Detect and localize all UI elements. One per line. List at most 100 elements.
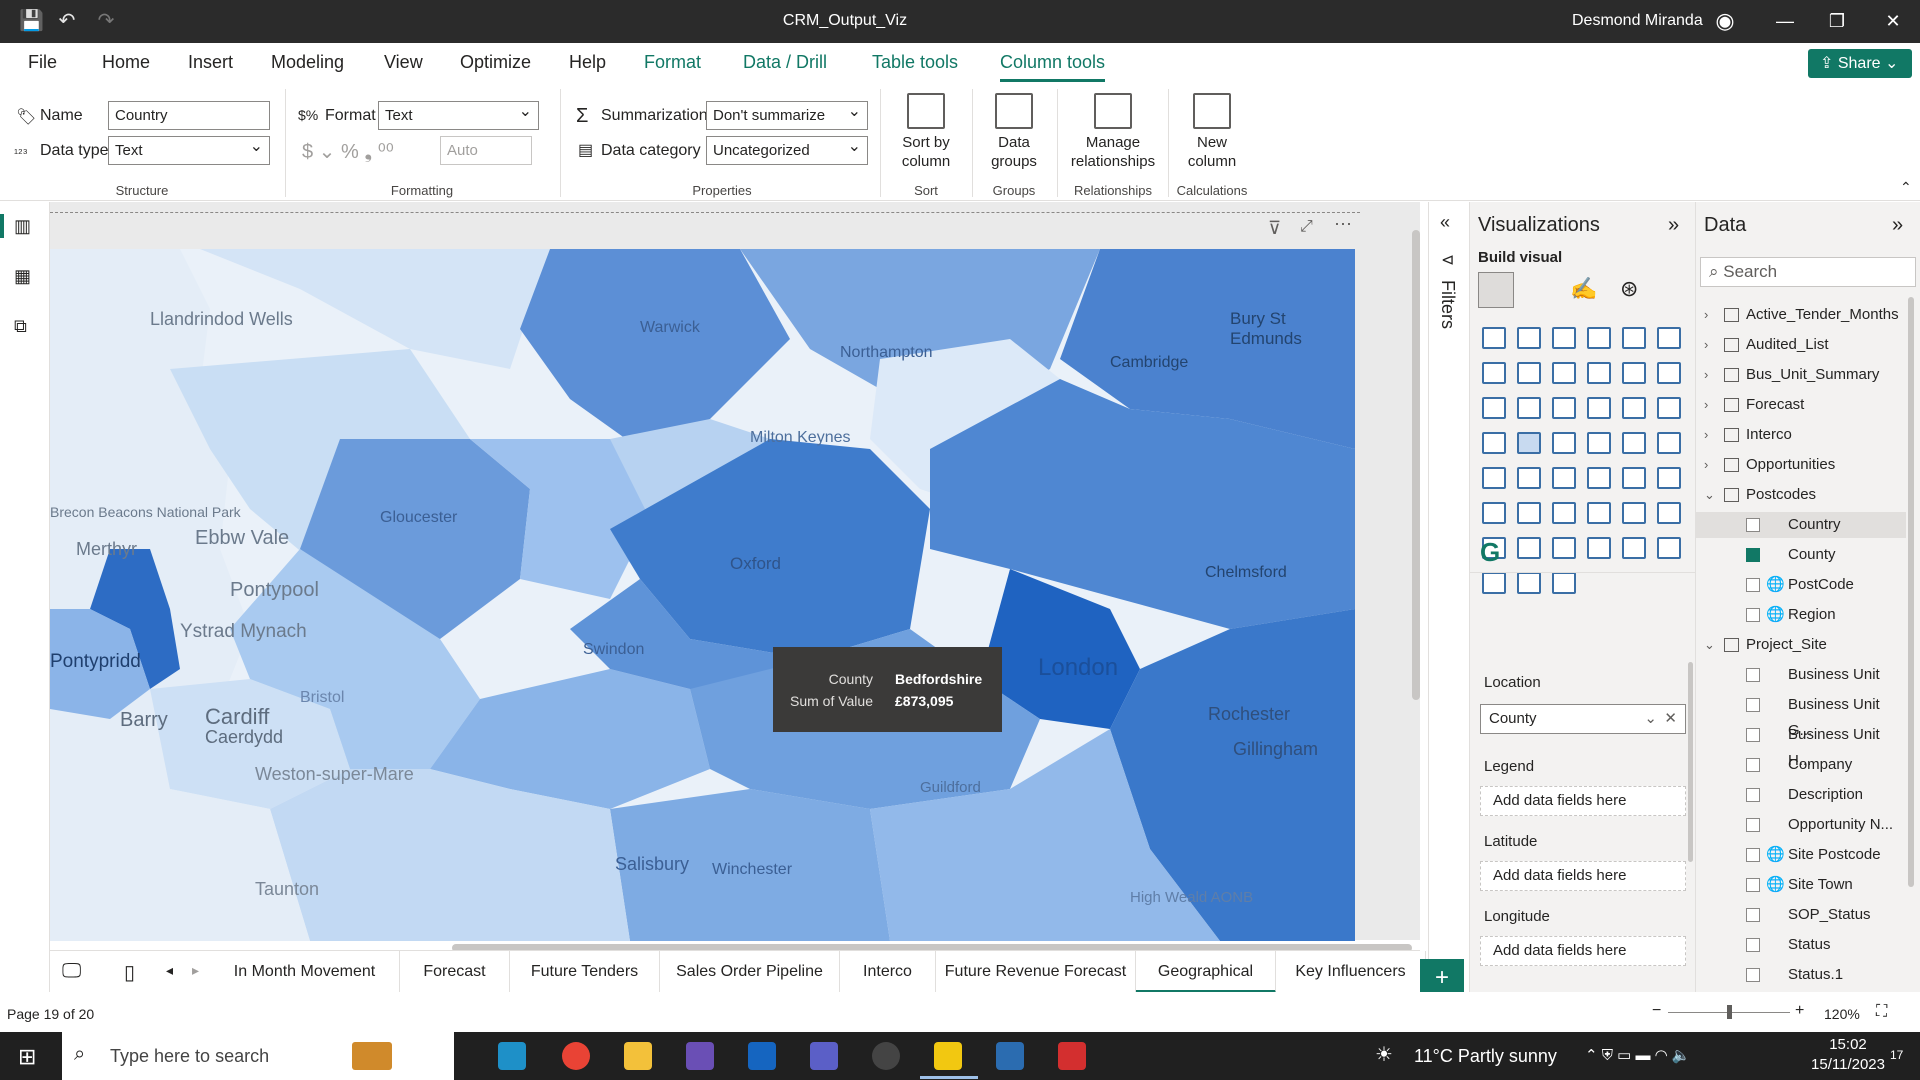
location-well[interactable]: County ⌄ ✕ (1480, 704, 1686, 734)
visual-type-icon[interactable] (1552, 467, 1576, 489)
longitude-well[interactable]: Add data fields here (1480, 936, 1686, 966)
weather-text[interactable]: 11°C Partly sunny (1414, 1046, 1557, 1067)
collapse-left-icon[interactable]: « (1440, 212, 1450, 233)
chevron-right-icon[interactable]: › (1704, 332, 1708, 358)
menu-view[interactable]: View (384, 52, 423, 73)
close-icon[interactable]: ✕ (1878, 8, 1908, 34)
prev-page-icon[interactable]: ◂ (166, 962, 173, 979)
chevron-right-icon[interactable]: › (1704, 362, 1708, 388)
table-item[interactable]: › Bus_Unit_Summary (1696, 362, 1906, 388)
visual-type-icon[interactable] (1657, 432, 1681, 454)
acrobat-icon[interactable] (1058, 1042, 1086, 1070)
menu-column-tools[interactable]: Column tools (1000, 52, 1106, 82)
visual-type-icon[interactable] (1587, 467, 1611, 489)
field-item[interactable]: Description (1696, 782, 1906, 808)
teams-icon[interactable] (810, 1042, 838, 1070)
field-checkbox[interactable] (1746, 848, 1760, 862)
chrome-icon[interactable] (562, 1042, 590, 1070)
model-view-icon[interactable]: ⧉ (14, 316, 27, 337)
visual-type-icon[interactable] (1622, 362, 1646, 384)
field-item[interactable]: 🌐 PostCode (1696, 572, 1906, 598)
visual-type-icon[interactable] (1482, 327, 1506, 349)
save-icon[interactable]: 💾 (19, 10, 44, 32)
table-item[interactable]: ⌄ Project_Site (1696, 632, 1906, 658)
field-checkbox[interactable] (1746, 518, 1760, 532)
visual-type-icon[interactable] (1552, 397, 1576, 419)
visual-type-icon[interactable] (1587, 537, 1611, 559)
focus-mode-icon[interactable]: ⤢ (1300, 218, 1313, 236)
menu-format[interactable]: Format (644, 52, 701, 73)
field-item[interactable]: Opportunity N... (1696, 812, 1906, 838)
field-checkbox[interactable] (1746, 818, 1760, 832)
notification-count[interactable]: 17 (1890, 1048, 1903, 1062)
visual-type-icon[interactable] (1482, 397, 1506, 419)
visual-type-icon[interactable] (1517, 327, 1541, 349)
visual-type-icon[interactable] (1657, 362, 1681, 384)
visual-type-icon[interactable] (1552, 572, 1576, 594)
windows-start-icon[interactable]: ⊞ (18, 1044, 36, 1070)
visual-type-icon[interactable] (1657, 327, 1681, 349)
analytics-icon[interactable]: ⊛ (1620, 276, 1638, 302)
page-tab[interactable]: Geographical (1136, 951, 1276, 993)
visual-type-icon[interactable] (1482, 502, 1506, 524)
field-checkbox[interactable] (1746, 668, 1760, 682)
visual-type-icon[interactable] (1657, 397, 1681, 419)
field-checkbox[interactable] (1746, 908, 1760, 922)
field-item[interactable]: Company (1696, 752, 1906, 778)
datacategory-select[interactable]: Uncategorized (706, 133, 868, 165)
chevron-down-icon[interactable]: ⌄ (1704, 632, 1715, 658)
field-item[interactable]: County (1696, 542, 1906, 568)
field-checkbox[interactable] (1746, 728, 1760, 742)
mobile-layout-icon[interactable]: ▯ (124, 960, 135, 985)
format-select[interactable]: Text (378, 98, 539, 130)
data-groups-button[interactable]: Data groups (976, 93, 1052, 171)
table-item[interactable]: › Opportunities (1696, 452, 1906, 478)
menu-optimize[interactable]: Optimize (460, 52, 531, 73)
field-item[interactable]: Business Unit G... (1696, 692, 1906, 739)
field-checkbox[interactable] (1746, 578, 1760, 592)
sort-by-column-button[interactable]: Sort by column (884, 93, 968, 171)
file-explorer-icon[interactable] (624, 1042, 652, 1070)
field-item[interactable]: Status (1696, 932, 1906, 958)
field-checkbox[interactable] (1746, 878, 1760, 892)
visual-type-icon[interactable] (1517, 467, 1541, 489)
visual-type-icon[interactable] (1657, 537, 1681, 559)
visual-type-icon[interactable] (1517, 432, 1541, 454)
chevron-right-icon[interactable]: › (1704, 302, 1708, 328)
field-checkbox[interactable] (1746, 548, 1760, 562)
visual-type-icon[interactable] (1587, 362, 1611, 384)
visual-type-icon[interactable] (1622, 537, 1646, 559)
visual-type-icon[interactable] (1587, 327, 1611, 349)
field-checkbox[interactable] (1746, 968, 1760, 982)
visual-type-icon[interactable] (1622, 327, 1646, 349)
menu-table-tools[interactable]: Table tools (872, 52, 958, 73)
field-item[interactable]: Status.1 (1696, 962, 1906, 988)
settings-icon[interactable] (872, 1042, 900, 1070)
visual-type-icon[interactable] (1657, 467, 1681, 489)
page-tab[interactable]: In Month Movement (210, 951, 400, 993)
page-tab[interactable]: Interco (840, 951, 936, 993)
visual-type-icon[interactable] (1587, 502, 1611, 524)
fields-tab-icon[interactable] (1478, 272, 1514, 308)
visual-type-icon[interactable] (1517, 362, 1541, 384)
page-tab[interactable]: Forecast (400, 951, 510, 993)
visual-type-icon[interactable] (1482, 467, 1506, 489)
menu-data-drill[interactable]: Data / Drill (743, 52, 827, 73)
chevron-down-icon[interactable]: ⌄ (1704, 482, 1715, 508)
name-input[interactable]: Country (108, 101, 270, 130)
visual-type-icon[interactable] (1622, 397, 1646, 419)
table-item[interactable]: › Audited_List (1696, 332, 1906, 358)
more-options-icon[interactable]: ⋯ (1334, 214, 1352, 235)
visual-type-icon[interactable] (1552, 327, 1576, 349)
table-item[interactable]: › Forecast (1696, 392, 1906, 418)
filters-pane[interactable]: « ⊲ Filters (1428, 202, 1470, 992)
tray-icons[interactable]: ⌃ ⛨ ▭ ▬ ◠ 🔈 (1585, 1046, 1691, 1064)
visual-type-icon[interactable] (1657, 502, 1681, 524)
filled-map[interactable]: Llandrindod Wells Warwick Northampton Bu… (50, 249, 1355, 941)
remove-field-icon[interactable]: ✕ (1664, 705, 1677, 733)
page-tab[interactable]: Sales Order Pipeline (660, 951, 840, 993)
zoom-thumb[interactable] (1727, 1005, 1732, 1019)
page-tab[interactable]: Future Tenders (510, 951, 660, 993)
minimize-icon[interactable]: — (1770, 8, 1800, 34)
field-item[interactable]: Business Unit (1696, 662, 1906, 688)
